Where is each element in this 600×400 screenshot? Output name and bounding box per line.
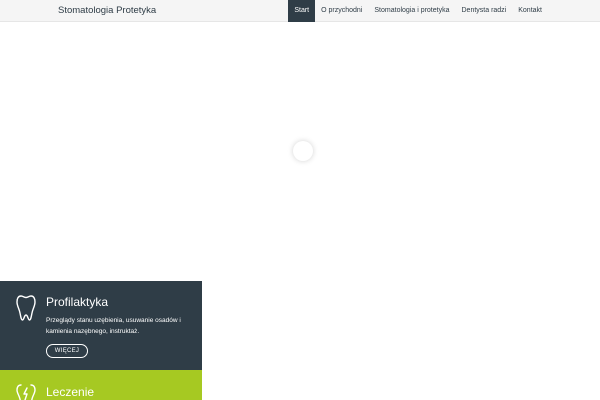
nav-item-o-przychodni[interactable]: O przychodni	[315, 0, 368, 22]
tooth-repair-icon	[16, 384, 36, 400]
service-card-profilaktyka: Profilaktyka Przeglądy stanu uzębienia, …	[0, 281, 202, 370]
more-button[interactable]: WIĘCEJ	[46, 344, 88, 358]
service-card-leczenie: Leczenie	[0, 370, 202, 400]
site-brand[interactable]: Stomatologia Protetyka	[58, 5, 156, 16]
service-description: Przeglądy stanu uzębienia, usuwanie osad…	[46, 317, 181, 335]
tooth-icon	[16, 295, 36, 321]
service-title: Leczenie	[46, 385, 95, 399]
nav-item-dentysta-radzi[interactable]: Dentysta radzi	[456, 0, 513, 22]
loading-spinner	[293, 141, 313, 161]
main-menu: Start O przychodni Stomatologia i protet…	[288, 0, 548, 22]
page: Stomatologia Protetyka Start O przychodn…	[0, 0, 600, 400]
nav-item-kontakt[interactable]: Kontakt	[512, 0, 548, 22]
nav-item-stomatologia-i-protetyka[interactable]: Stomatologia i protetyka	[368, 0, 455, 22]
top-navigation-bar: Stomatologia Protetyka Start O przychodn…	[0, 0, 600, 22]
service-title: Profilaktyka	[46, 295, 109, 309]
nav-item-start[interactable]: Start	[288, 0, 316, 22]
